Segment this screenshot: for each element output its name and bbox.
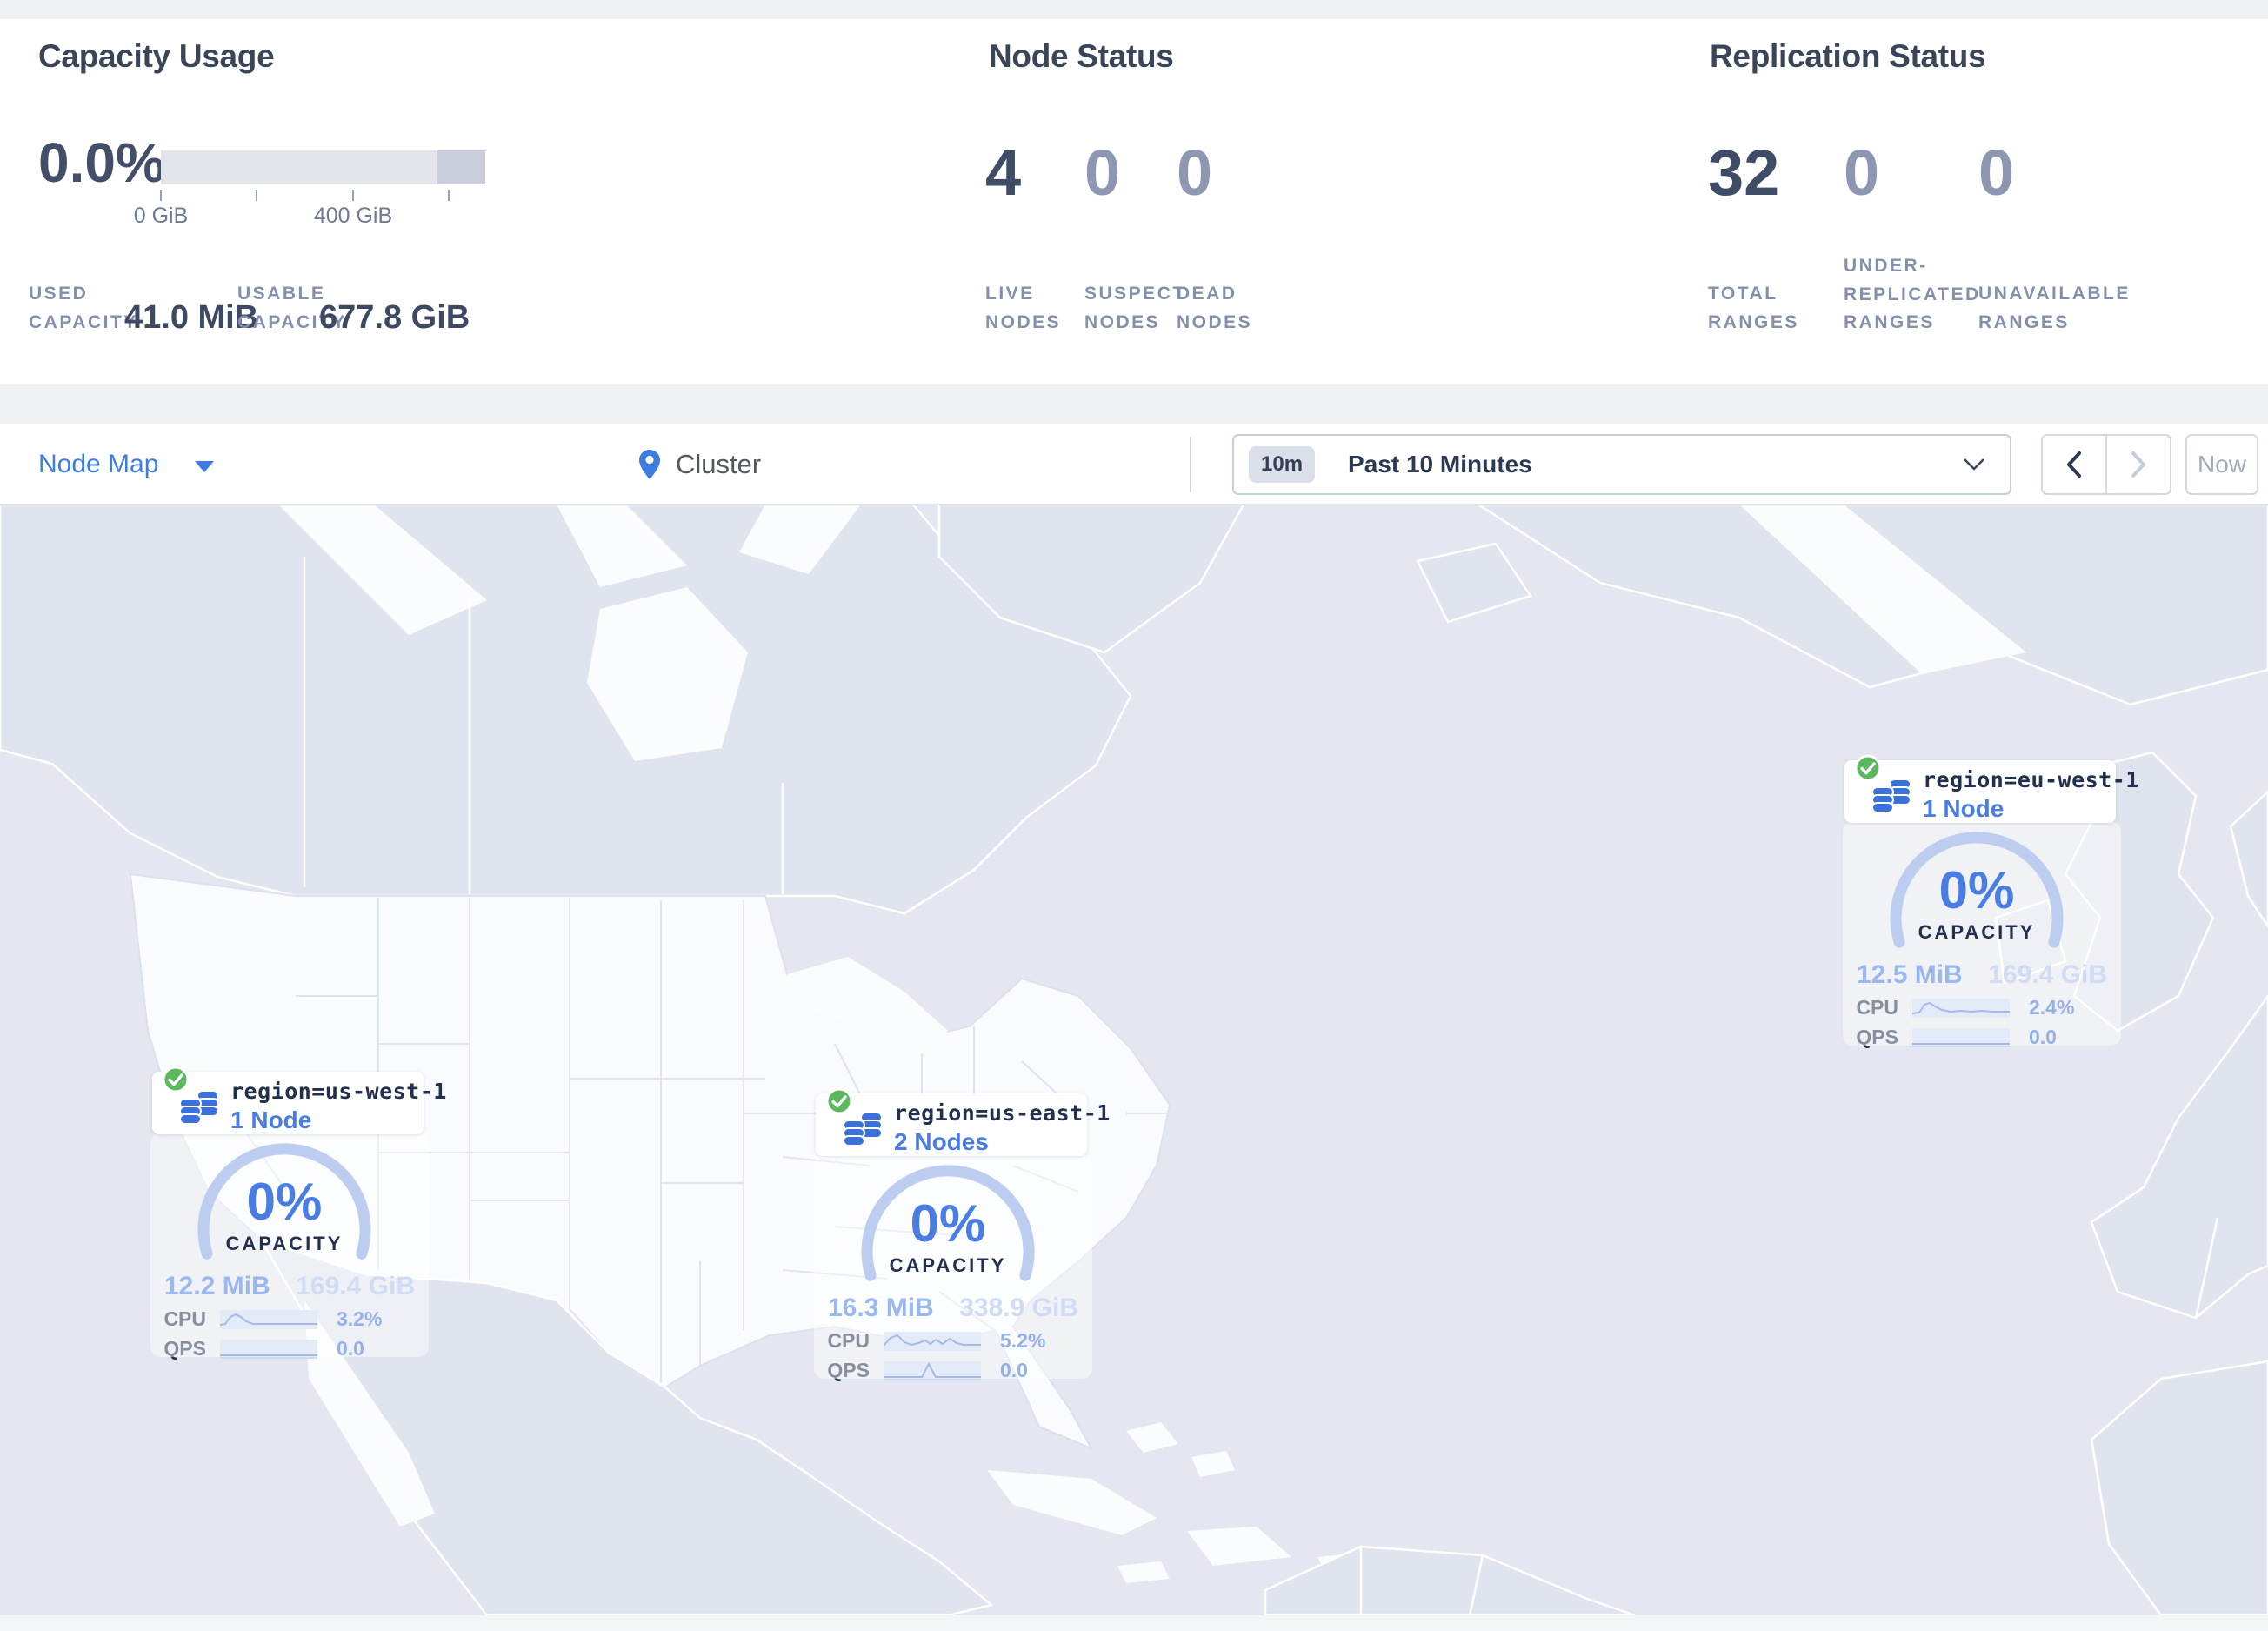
marker-header: region=eu-west-1 1 Node [1844, 754, 2138, 823]
time-forward-button[interactable] [2105, 436, 2170, 493]
region-label: region=us-west-1 [230, 1079, 447, 1104]
gauge-caption: CAPACITY [1918, 921, 2036, 943]
region-label: region=us-east-1 [894, 1100, 1111, 1126]
usable-capacity-value: 677.8 GiB [319, 299, 470, 336]
capacity-used-percent: 0.0% [38, 131, 165, 194]
total-ranges-count: 32 [1708, 137, 1780, 209]
suspect-nodes-count: 0 [1084, 137, 1121, 209]
region-marker-us-east-1[interactable]: region=us-east-1 2 Nodes 0% CAPACITY 16.… [814, 1087, 1110, 1381]
axis-tick-label-0: 0 GiB [133, 204, 189, 228]
capacity-gauge: 0% CAPACITY [1887, 829, 2066, 959]
marker-header: region=us-west-1 1 Node [152, 1066, 446, 1134]
world-map [0, 505, 2268, 1615]
time-range-label: Past 10 Minutes [1348, 451, 1532, 478]
capacity-bar [161, 150, 485, 184]
capacity-gauge: 0% CAPACITY [858, 1162, 1037, 1293]
gauge-percent: 0% [910, 1194, 986, 1253]
database-stack-icon [843, 1112, 883, 1146]
marker-header: region=us-east-1 2 Nodes [816, 1087, 1110, 1156]
map-toolbar: Node Map Cluster 10m Past 10 Minutes Now [0, 424, 2268, 505]
replication-status-title: Replication Status [1710, 38, 1986, 74]
node-count-label: 1 Node [1923, 795, 2005, 822]
dead-nodes-count: 0 [1177, 137, 1213, 209]
time-nav-arrows [2041, 434, 2171, 495]
cluster-summary-bar: Capacity Usage 0.0% 0 GiB 400 GiB USED C… [0, 19, 2268, 384]
node-map [0, 505, 2268, 1615]
page-bottom-strip [0, 1615, 2268, 1631]
live-nodes-count: 4 [985, 137, 1022, 209]
gauge-caption: CAPACITY [889, 1254, 1007, 1276]
region-marker-eu-west-1[interactable]: region=eu-west-1 1 Node 0% CAPACITY 12.5… [1843, 754, 2138, 1048]
axis-tick [352, 190, 354, 201]
axis-tick [160, 190, 162, 201]
view-selector-dropdown[interactable]: Node Map [38, 445, 215, 484]
view-selector-label: Node Map [38, 450, 159, 478]
axis-tick [448, 190, 450, 201]
node-status-title: Node Status [989, 38, 1174, 74]
live-nodes-label: LIVE NODES [985, 284, 1062, 332]
gauge-percent: 0% [246, 1173, 323, 1231]
triangle-down-icon [195, 460, 215, 472]
map-pin-icon [639, 450, 660, 479]
capacity-usage-title: Capacity Usage [38, 38, 275, 74]
unavailable-ranges-count: 0 [1978, 137, 2015, 209]
gauge-caption: CAPACITY [225, 1233, 344, 1254]
region-label: region=eu-west-1 [1923, 767, 2139, 792]
node-map-page: Capacity Usage 0.0% 0 GiB 400 GiB USED C… [0, 0, 2268, 1631]
chevron-left-icon [2067, 451, 2081, 478]
axis-tick [256, 190, 257, 201]
dead-nodes-label: DEAD NODES [1177, 284, 1253, 332]
chevron-down-icon [1964, 458, 1984, 471]
gauge-percent: 0% [1938, 861, 2015, 919]
time-back-button[interactable] [2043, 436, 2105, 493]
capacity-gauge: 0% CAPACITY [195, 1140, 374, 1271]
region-marker-us-west-1[interactable]: region=us-west-1 1 Node 0% CAPACITY 12.2… [150, 1066, 446, 1360]
total-ranges-label: TOTAL RANGES [1708, 284, 1799, 332]
capacity-bar-segment [437, 150, 485, 184]
axis-tick-label-400: 400 GiB [313, 204, 393, 228]
breadcrumb-label: Cluster [676, 449, 762, 479]
under-replicated-ranges-label: UNDER-REPLICATED RANGES [1844, 256, 1981, 333]
database-stack-icon [179, 1090, 219, 1125]
breadcrumb-cluster[interactable]: Cluster [637, 440, 761, 489]
chevron-right-icon [2131, 451, 2145, 478]
node-count-label: 1 Node [230, 1106, 312, 1133]
node-count-label: 2 Nodes [894, 1128, 989, 1155]
time-range-badge: 10m [1249, 446, 1316, 483]
now-button[interactable]: Now [2185, 434, 2258, 495]
time-range-selector[interactable]: 10m Past 10 Minutes [1232, 434, 2011, 495]
under-replicated-ranges-count: 0 [1844, 137, 1880, 209]
toolbar-divider [1190, 437, 1191, 492]
database-stack-icon [1871, 779, 1911, 813]
unavailable-ranges-label: UNAVAILABLE RANGES [1978, 284, 2131, 332]
